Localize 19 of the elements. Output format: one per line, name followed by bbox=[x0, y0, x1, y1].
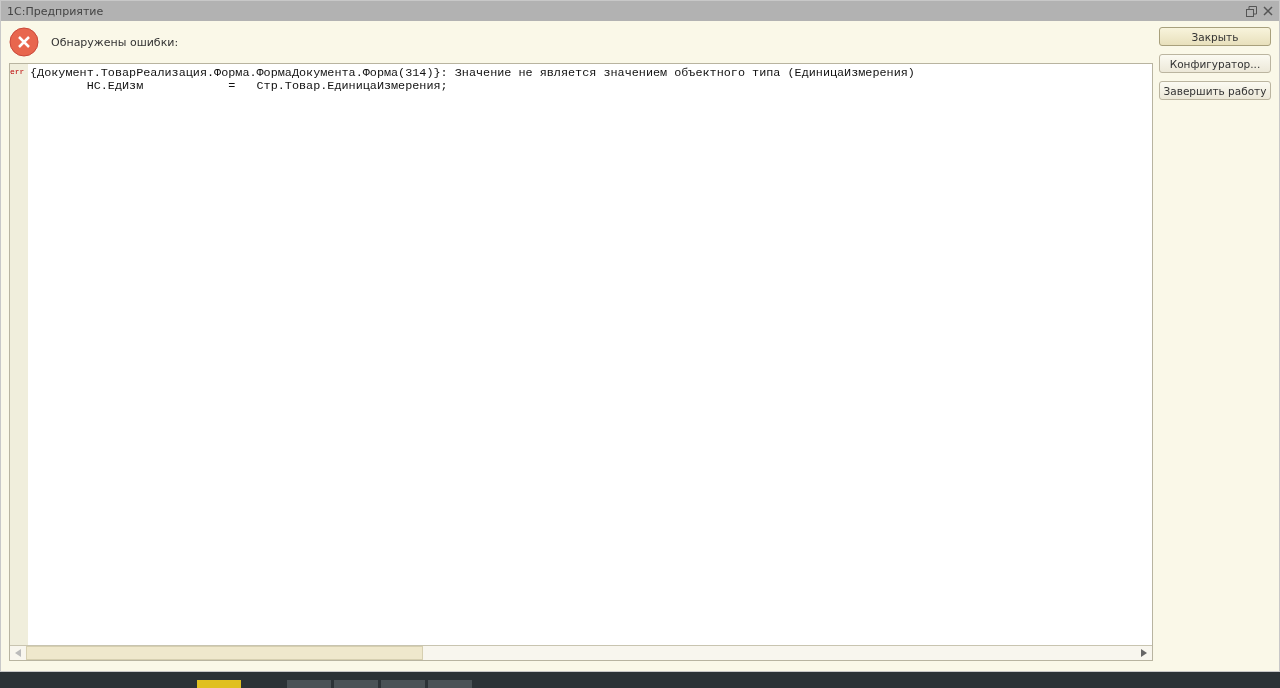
code-line: НС.ЕдИзм = Стр.Товар.ЕдиницаИзмерения; bbox=[85, 80, 449, 93]
dialog-button[interactable]: Закрыть bbox=[1159, 27, 1271, 46]
taskbar-button[interactable] bbox=[287, 680, 331, 688]
code-line: {Документ.ТоварРеализация.Форма.ФормаДокумента.Форма(314)}: Значение не является значением объектного типа (ЕдиницаИзмерения) bbox=[30, 67, 915, 80]
error-message: Обнаружены ошибки: bbox=[51, 35, 179, 49]
horizontal-scrollbar[interactable] bbox=[10, 645, 1152, 660]
taskbar-button[interactable] bbox=[334, 680, 378, 688]
window-title: 1С:Предприятие bbox=[7, 4, 104, 18]
error-icon bbox=[9, 27, 39, 57]
dialog-button[interactable]: Завершить работу bbox=[1159, 81, 1271, 100]
right-arrow-icon[interactable] bbox=[1141, 649, 1147, 657]
error-marker: err bbox=[10, 67, 26, 78]
left-arrow-icon[interactable] bbox=[15, 649, 21, 657]
restore-icon[interactable] bbox=[1246, 5, 1257, 17]
taskbar-button[interactable] bbox=[381, 680, 425, 688]
close-icon[interactable] bbox=[1263, 6, 1273, 16]
taskbar-button[interactable] bbox=[197, 680, 241, 688]
dialog-button[interactable]: Конфигуратор... bbox=[1159, 54, 1271, 73]
taskbar-button[interactable] bbox=[428, 680, 472, 688]
